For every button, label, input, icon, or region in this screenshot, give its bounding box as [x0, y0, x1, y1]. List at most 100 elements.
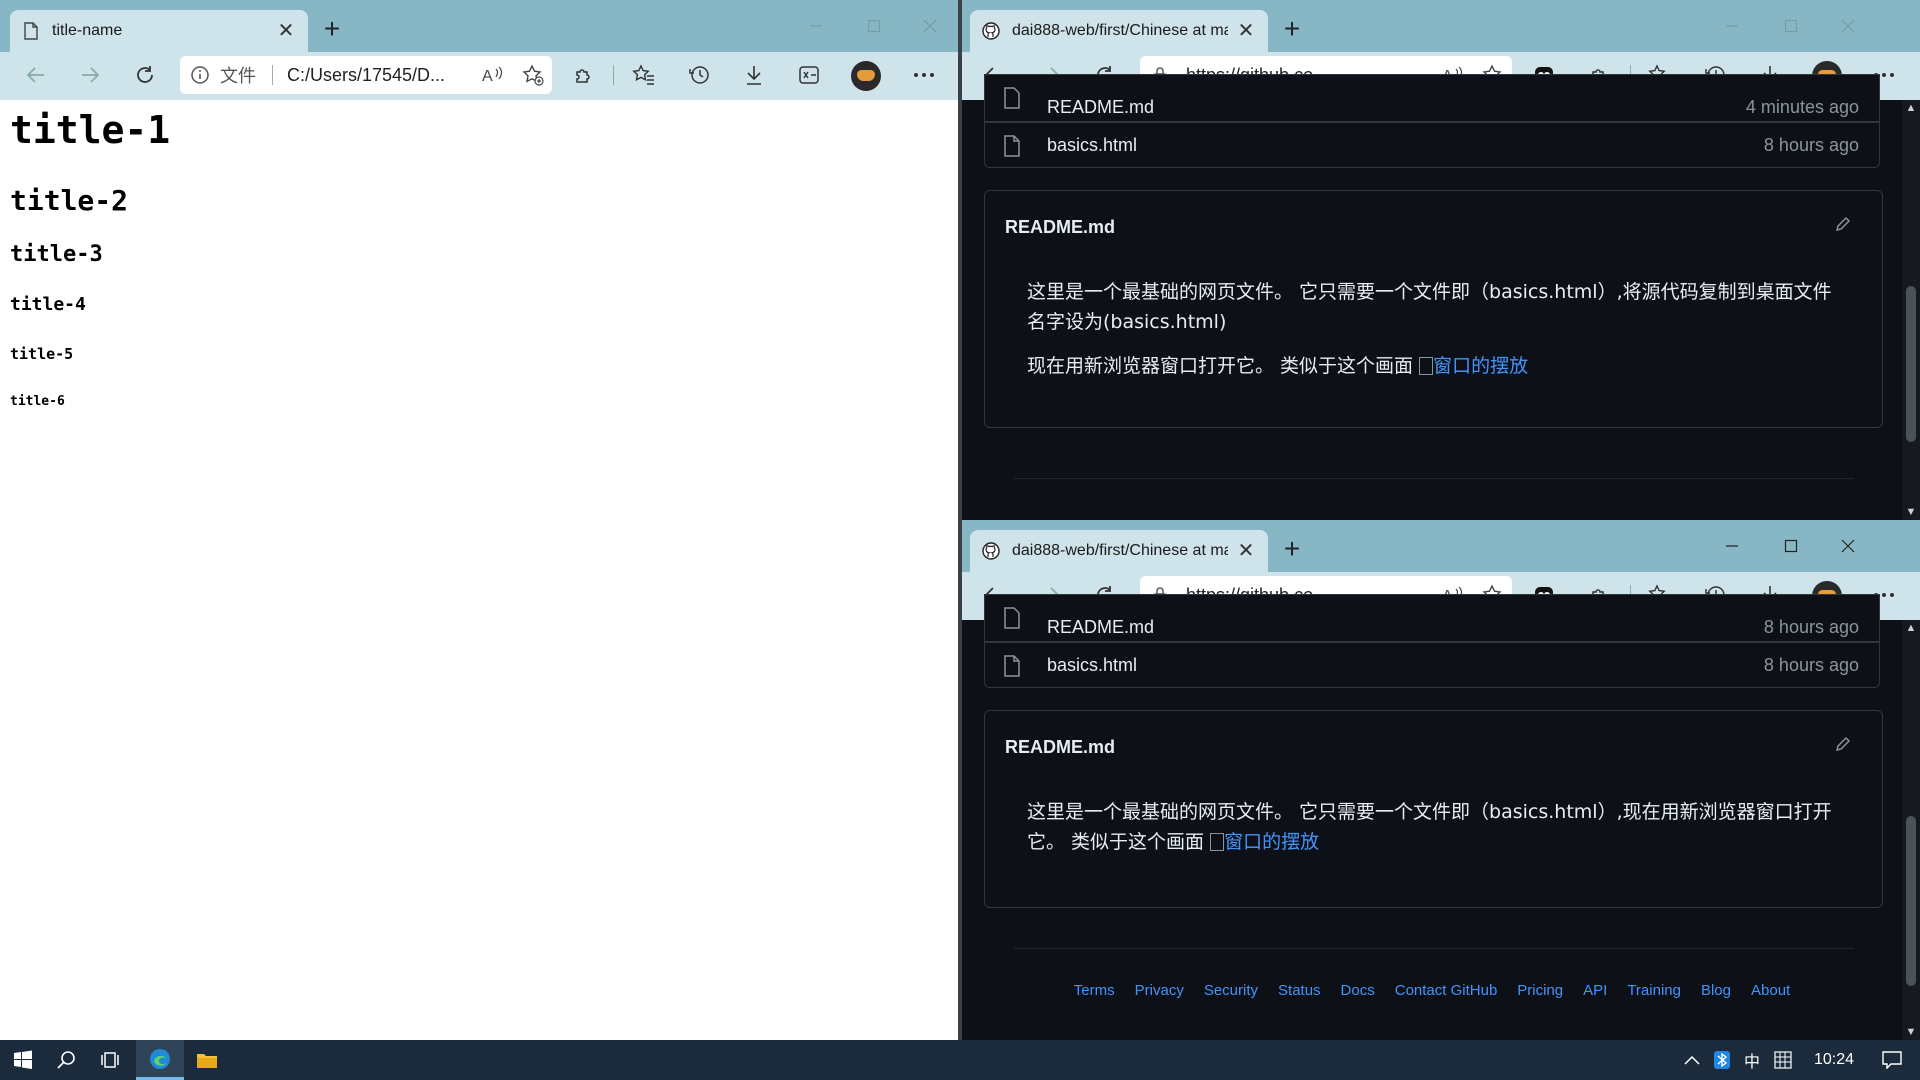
scroll-down-arrow[interactable]: ▼ [1902, 506, 1920, 518]
close-tab-icon[interactable]: ✕ [1236, 541, 1256, 561]
readme-title: README.md [1005, 217, 1116, 237]
close-window-button[interactable] [1819, 8, 1877, 44]
clock-time[interactable]: 10:24 [1814, 1051, 1854, 1069]
readme-text: 这里是一个最基础的网页文件。 它只需要一个文件即（basics.html）,现在… [1027, 801, 1832, 853]
heading-1: title-1 [10, 108, 171, 152]
search-icon[interactable] [44, 1040, 90, 1080]
maximize-button[interactable] [845, 8, 903, 44]
footer-link-pricing[interactable]: Pricing [1517, 982, 1563, 999]
tab-title: title-name [52, 22, 123, 39]
close-tab-icon[interactable]: ✕ [1236, 21, 1256, 41]
heading-2: title-2 [10, 184, 129, 217]
tab-title: dai888-web/first/Chinese at main [1012, 542, 1228, 559]
taskbar: 中 10:24 [0, 1040, 1920, 1080]
read-aloud-icon[interactable]: A [482, 65, 504, 85]
math-solver-icon[interactable] [791, 59, 827, 91]
footer-link-about[interactable]: About [1751, 982, 1790, 999]
history-icon[interactable] [681, 59, 717, 91]
readme-box: README.md 这里是一个最基础的网页文件。 它只需要一个文件即（basic… [984, 190, 1883, 428]
file-row-basics[interactable]: basics.html 8 hours ago [984, 642, 1880, 688]
edit-pencil-icon[interactable] [1834, 735, 1852, 753]
maximize-button[interactable] [1762, 528, 1820, 564]
scroll-thumb[interactable] [1906, 816, 1916, 986]
tab-github[interactable]: dai888-web/first/Chinese at main ✕ [970, 530, 1268, 572]
footer-link-api[interactable]: API [1583, 982, 1607, 999]
profile-avatar[interactable] [851, 61, 881, 91]
footer-link-privacy[interactable]: Privacy [1135, 982, 1184, 999]
scrollbar[interactable]: ▲ ▼ [1902, 620, 1920, 1040]
readme-image-link[interactable]: 窗口的摆放 [1433, 355, 1528, 377]
bluetooth-icon[interactable] [1713, 1051, 1730, 1069]
tab-title-name[interactable]: title-name ✕ [10, 10, 308, 52]
address-prefix: 文件 [220, 66, 256, 86]
readme-image-link[interactable]: 窗口的摆放 [1224, 831, 1319, 853]
toolbar-separator [613, 65, 614, 85]
more-menu-icon[interactable] [906, 59, 942, 91]
edge-taskbar-icon[interactable] [136, 1040, 184, 1080]
chevron-up-icon[interactable] [1684, 1055, 1700, 1065]
close-window-button[interactable] [901, 8, 959, 44]
keyboard-icon[interactable] [1774, 1051, 1792, 1069]
file-row-basics[interactable]: basics.html 8 hours ago [984, 122, 1880, 168]
notification-icon[interactable] [1882, 1051, 1902, 1069]
maximize-button[interactable] [1762, 8, 1820, 44]
file-date: 8 hours ago [1763, 134, 1859, 155]
minimize-button[interactable] [1703, 528, 1761, 564]
readme-title: README.md [1005, 737, 1116, 757]
edit-pencil-icon[interactable] [1834, 215, 1852, 233]
file-row-partial[interactable]: README.md 8 hours ago [984, 594, 1880, 642]
downloads-icon[interactable] [736, 59, 772, 91]
file-icon [1003, 655, 1021, 677]
minimize-button[interactable] [787, 8, 845, 44]
close-window-button[interactable] [1819, 528, 1877, 564]
file-row-partial[interactable]: README.md 4 minutes ago [984, 74, 1880, 122]
github-window-bottom: dai888-web/first/Chinese at main ✕ + htt… [962, 520, 1920, 1040]
footer-link-docs[interactable]: Docs [1341, 982, 1375, 999]
footer-link-contact[interactable]: Contact GitHub [1395, 982, 1498, 999]
task-view-icon[interactable] [88, 1040, 134, 1080]
back-button[interactable] [18, 59, 54, 91]
github-icon [982, 542, 1000, 560]
ime-indicator[interactable]: 中 [1744, 1048, 1760, 1072]
footer-link-training[interactable]: Training [1627, 982, 1681, 999]
new-tab-button[interactable]: + [316, 14, 348, 46]
divider [1014, 478, 1854, 479]
file-name[interactable]: README.md [1047, 617, 1154, 638]
scrollbar[interactable]: ▲ ▼ [1902, 100, 1920, 520]
file-icon [1003, 135, 1021, 157]
file-name[interactable]: basics.html [1047, 655, 1137, 676]
file-name[interactable]: README.md [1047, 97, 1154, 118]
file-name[interactable]: basics.html [1047, 135, 1137, 156]
address-bar[interactable]: 文件 C:/Users/17545/D... A [180, 56, 552, 94]
extensions-icon[interactable] [566, 59, 602, 91]
footer-link-security[interactable]: Security [1204, 982, 1258, 999]
minimize-button[interactable] [1703, 8, 1761, 44]
info-icon[interactable] [190, 65, 210, 85]
file-explorer-icon[interactable] [184, 1040, 230, 1080]
footer-link-terms[interactable]: Terms [1074, 982, 1115, 999]
new-tab-button[interactable]: + [1276, 534, 1308, 566]
footer-link-status[interactable]: Status [1278, 982, 1321, 999]
scroll-thumb[interactable] [1906, 286, 1916, 442]
forward-button[interactable] [72, 59, 108, 91]
favorite-star-icon[interactable] [522, 64, 544, 86]
scroll-up-arrow[interactable]: ▲ [1902, 622, 1920, 634]
refresh-button[interactable] [127, 59, 163, 91]
broken-image-icon [1419, 357, 1434, 375]
close-tab-icon[interactable]: ✕ [276, 21, 296, 41]
start-windows-icon[interactable] [0, 1040, 46, 1080]
favorites-icon[interactable] [626, 59, 662, 91]
page-content: title-1 title-2 title-3 title-4 title-5 … [0, 100, 960, 1040]
github-page: README.md 8 hours ago basics.html 8 hour… [962, 594, 1920, 1040]
scroll-down-arrow[interactable]: ▼ [1902, 1026, 1920, 1038]
heading-6: title-6 [10, 394, 65, 409]
scroll-up-arrow[interactable]: ▲ [1902, 102, 1920, 114]
divider [1014, 948, 1854, 949]
svg-text:A: A [482, 68, 493, 85]
left-browser-window: title-name ✕ + 文件 C:/Users/17545/D... A [0, 0, 960, 1040]
footer-link-blog[interactable]: Blog [1701, 982, 1731, 999]
tab-github[interactable]: dai888-web/first/Chinese at main ✕ [970, 10, 1268, 52]
file-date: 8 hours ago [1763, 654, 1859, 675]
github-window-top: dai888-web/first/Chinese at main ✕ + htt… [962, 0, 1920, 520]
new-tab-button[interactable]: + [1276, 14, 1308, 46]
